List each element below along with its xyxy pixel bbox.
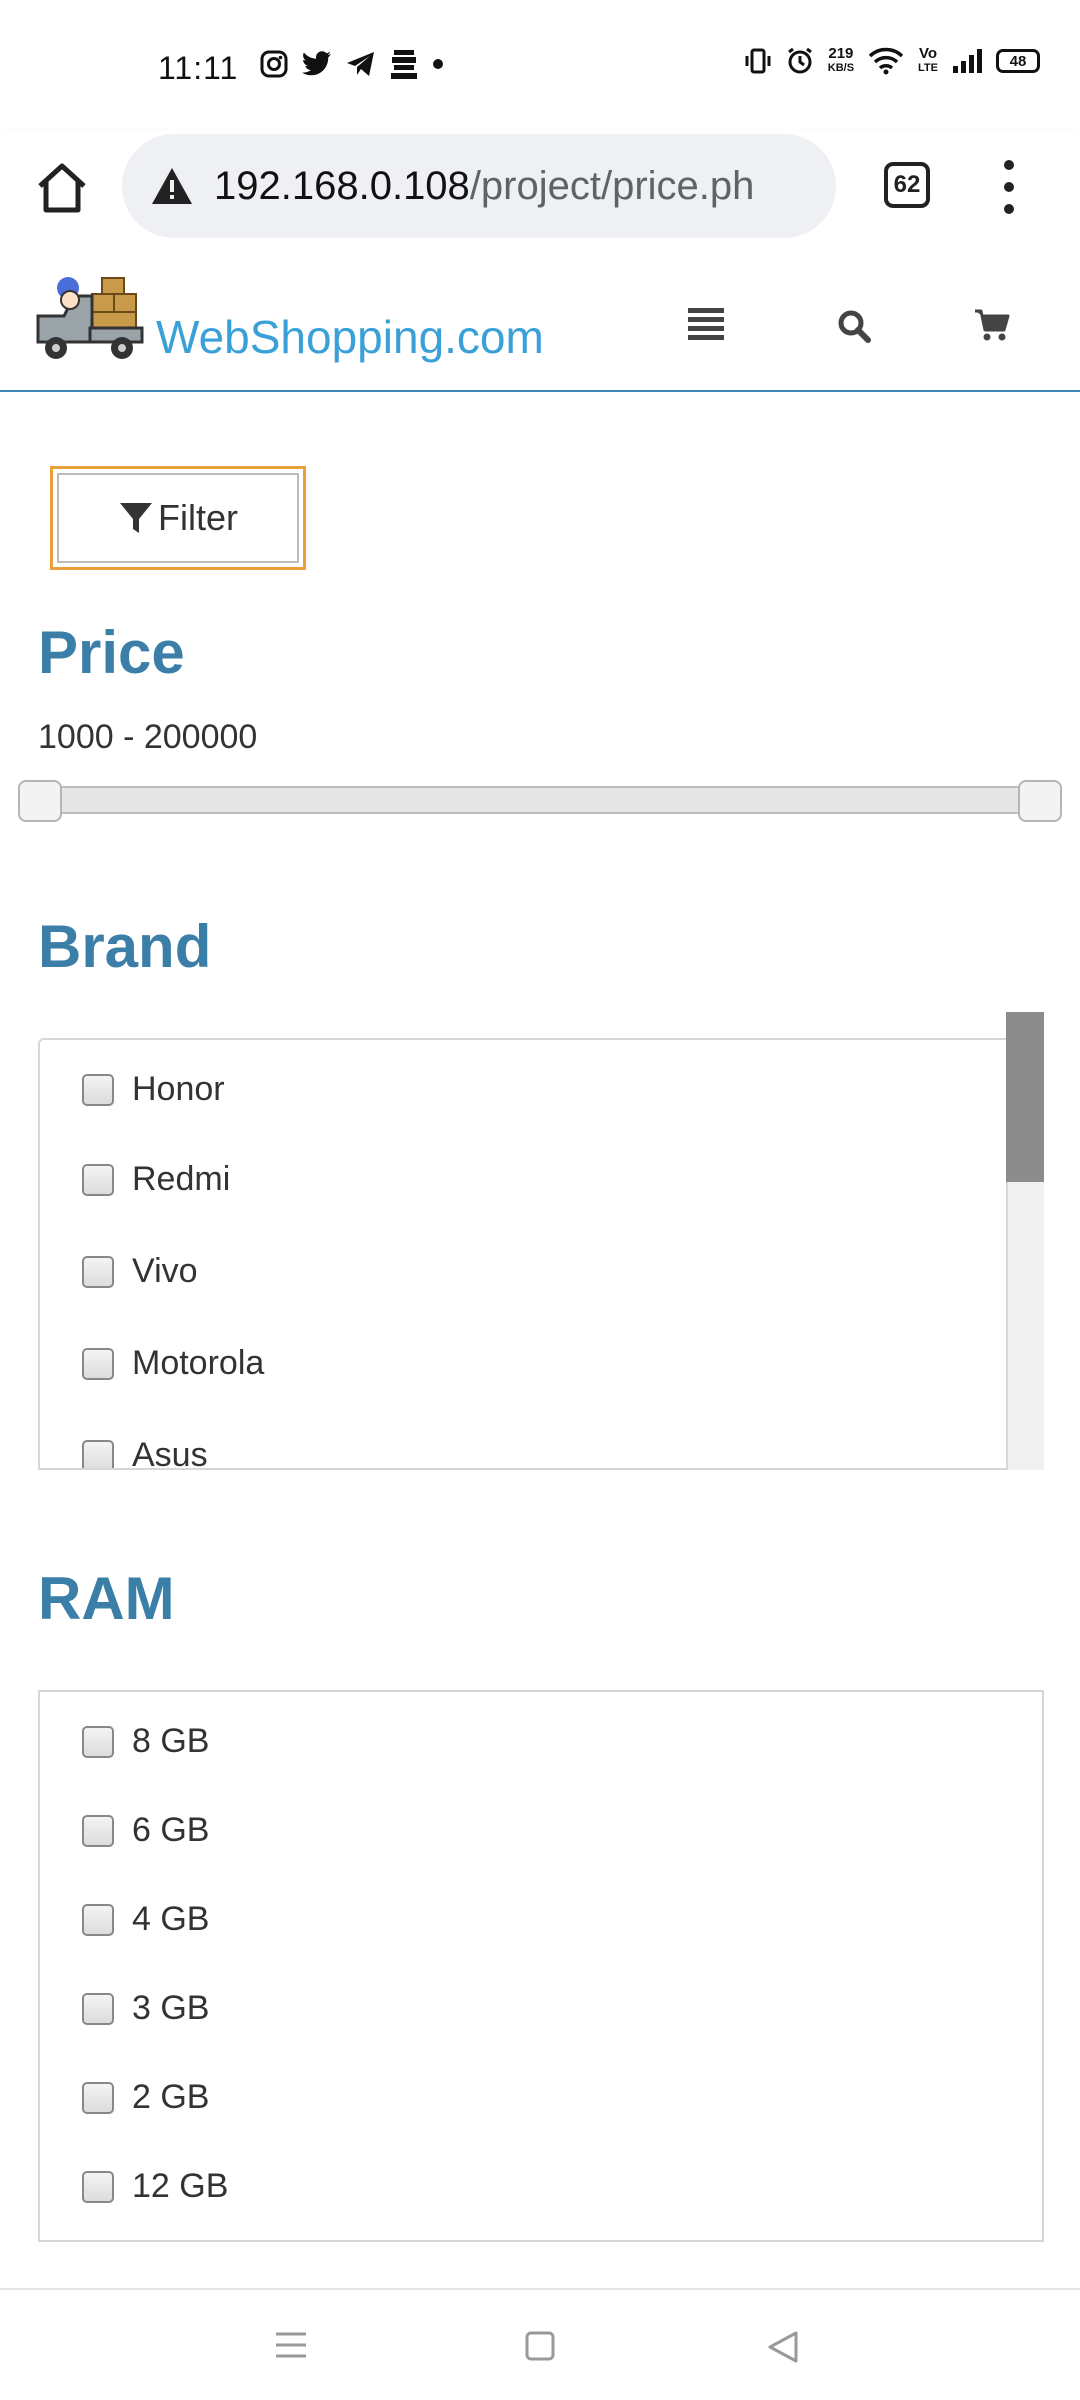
cart-icon[interactable] bbox=[974, 308, 1010, 342]
ram-checkbox[interactable] bbox=[82, 1725, 114, 1758]
browser-menu-button[interactable] bbox=[994, 160, 1024, 214]
filter-button[interactable]: Filter bbox=[50, 466, 306, 570]
ram-checkbox[interactable] bbox=[82, 1992, 114, 2025]
brand-title: Brand bbox=[38, 913, 212, 980]
telegram-icon bbox=[346, 51, 376, 77]
home-nav-icon[interactable] bbox=[524, 2330, 556, 2367]
address-bar[interactable]: 192.168.0.108/project/price.ph bbox=[122, 134, 836, 238]
price-slider-min-handle[interactable] bbox=[18, 780, 62, 822]
ram-checkbox[interactable] bbox=[82, 1814, 114, 1847]
brand-option-honor[interactable]: Honor bbox=[82, 1070, 225, 1109]
ram-option-6gb[interactable]: 6 GB bbox=[82, 1811, 209, 1850]
recents-menu-icon[interactable] bbox=[274, 2330, 308, 2365]
signal-icon bbox=[952, 48, 982, 74]
url-text: 192.168.0.108/project/price.ph bbox=[214, 163, 755, 208]
network-speed: 219 KB/S bbox=[827, 45, 855, 74]
ram-list: 8 GB 6 GB 4 GB 3 GB 2 GB 12 GB bbox=[38, 1690, 1044, 2242]
system-nav-bar bbox=[0, 2288, 1080, 2400]
wifi-icon bbox=[868, 47, 904, 75]
ram-title: RAM bbox=[38, 1565, 175, 1632]
back-icon[interactable] bbox=[766, 2330, 800, 2369]
twitter-icon bbox=[302, 51, 332, 77]
browser-toolbar: 192.168.0.108/project/price.ph 62 bbox=[0, 130, 1080, 258]
ram-checkbox[interactable] bbox=[82, 2170, 114, 2203]
battery-indicator: 48 bbox=[996, 49, 1040, 73]
price-range-value: 1000 - 200000 bbox=[38, 718, 258, 756]
brand-checkbox[interactable] bbox=[82, 1073, 114, 1106]
tab-switcher-button[interactable]: 62 bbox=[884, 162, 930, 208]
brand-option-vivo[interactable]: Vivo bbox=[82, 1252, 198, 1291]
home-icon bbox=[38, 163, 86, 213]
ram-option-4gb[interactable]: 4 GB bbox=[82, 1900, 209, 1939]
status-time: 11:11 bbox=[158, 50, 239, 86]
ram-option-12gb[interactable]: 12 GB bbox=[82, 2167, 228, 2206]
dot-icon bbox=[432, 58, 444, 70]
brand-list[interactable]: Honor Redmi Vivo Motorola Asus bbox=[38, 1038, 1006, 1470]
brand-option-asus[interactable]: Asus bbox=[82, 1436, 208, 1468]
app-icon bbox=[390, 48, 418, 80]
brand-checkbox[interactable] bbox=[82, 1347, 114, 1380]
ram-option-2gb[interactable]: 2 GB bbox=[82, 2078, 209, 2117]
vibrate-icon bbox=[744, 47, 772, 75]
home-button[interactable] bbox=[34, 158, 90, 218]
system-icons: 219 KB/S Vo LTE 48 bbox=[744, 46, 1040, 76]
site-header: WebShopping.com bbox=[0, 258, 1080, 392]
ram-option-3gb[interactable]: 3 GB bbox=[82, 1989, 209, 2028]
brand-checkbox[interactable] bbox=[82, 1255, 114, 1288]
site-logo-text[interactable]: WebShopping.com bbox=[156, 310, 544, 364]
ram-checkbox[interactable] bbox=[82, 1903, 114, 1936]
brand-checkbox[interactable] bbox=[82, 1439, 114, 1468]
price-slider-track[interactable] bbox=[22, 786, 1058, 814]
brand-scrollbar-thumb[interactable] bbox=[1006, 1012, 1044, 1182]
price-slider-max-handle[interactable] bbox=[1018, 780, 1062, 822]
status-bar: 11:11 219 KB/S Vo LTE 48 bbox=[0, 0, 1080, 130]
menu-icon[interactable] bbox=[688, 308, 724, 340]
ram-option-8gb[interactable]: 8 GB bbox=[82, 1722, 209, 1761]
warning-icon[interactable] bbox=[150, 166, 194, 206]
volte-indicator: Vo LTE bbox=[918, 45, 938, 74]
brand-option-motorola[interactable]: Motorola bbox=[82, 1344, 264, 1383]
notification-icons bbox=[260, 48, 444, 80]
logo-truck-icon[interactable] bbox=[34, 276, 146, 364]
brand-checkbox[interactable] bbox=[82, 1163, 114, 1196]
alarm-icon bbox=[786, 47, 814, 75]
brand-option-redmi[interactable]: Redmi bbox=[82, 1160, 230, 1199]
ram-checkbox[interactable] bbox=[82, 2081, 114, 2114]
price-title: Price bbox=[38, 619, 185, 686]
instagram-icon bbox=[260, 50, 288, 78]
search-icon[interactable] bbox=[836, 308, 872, 344]
